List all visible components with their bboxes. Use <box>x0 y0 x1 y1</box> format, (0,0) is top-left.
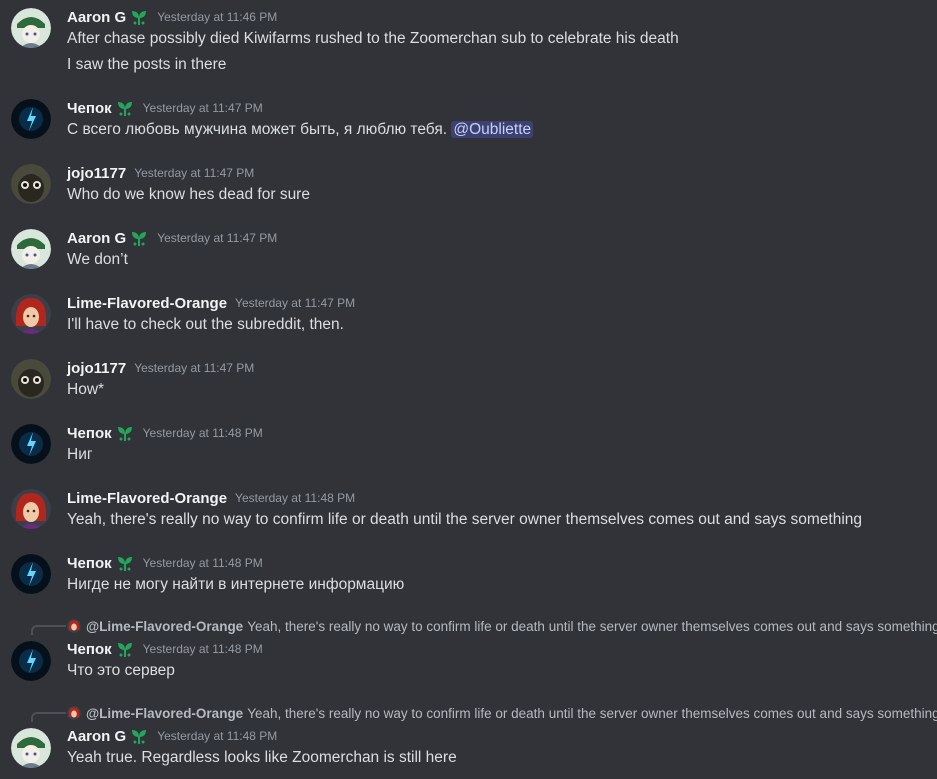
user-avatar[interactable] <box>11 99 51 139</box>
message-text: I'll have to check out the subreddit, th… <box>67 316 344 333</box>
message-text-body: С всего любовь мужчина может быть, я люб… <box>67 121 448 138</box>
timestamp[interactable]: Yesterday at 11:48 PM <box>143 556 263 570</box>
message-text: How* <box>67 381 105 398</box>
reply-spine <box>31 625 66 635</box>
sprout-badge-icon[interactable] <box>129 228 149 248</box>
reply-preview[interactable]: @Lime-Flavored-Orange Yeah, there's real… <box>67 704 937 722</box>
sprout-badge-icon[interactable] <box>115 98 135 118</box>
timestamp[interactable]: Yesterday at 11:48 PM <box>235 491 355 505</box>
reply-text[interactable]: Yeah, there's really no way to confirm l… <box>247 706 937 721</box>
timestamp[interactable]: Yesterday at 11:47 PM <box>235 296 355 310</box>
reply-preview[interactable]: @Lime-Flavored-Orange Yeah, there's real… <box>67 617 937 635</box>
timestamp[interactable]: Yesterday at 11:48 PM <box>143 426 263 440</box>
username[interactable]: jojo1177 <box>67 165 126 182</box>
username[interactable]: Lime-Flavored-Orange <box>67 490 227 507</box>
user-avatar[interactable] <box>11 554 51 594</box>
reply-text[interactable]: Yeah, there's really no way to confirm l… <box>247 619 937 634</box>
user-mention[interactable]: @Oubliette <box>451 121 534 138</box>
reply-avatar <box>67 706 81 720</box>
username[interactable]: Lime-Flavored-Orange <box>67 295 227 312</box>
sprout-badge-icon[interactable] <box>115 423 135 443</box>
username[interactable]: Aaron G <box>67 9 126 26</box>
username[interactable]: jojo1177 <box>67 360 126 377</box>
timestamp[interactable]: Yesterday at 11:46 PM <box>157 10 277 24</box>
user-avatar[interactable] <box>11 728 51 768</box>
user-avatar[interactable] <box>11 8 51 48</box>
message-list: Aaron G Yesterday at 11:46 PM After chas… <box>0 0 937 779</box>
message-text: After chase possibly died Kiwifarms rush… <box>67 30 679 47</box>
message-text: Yeah true. Regardless looks like Zoomerc… <box>67 749 457 766</box>
message-text: Нигде не могу найти в интернете информац… <box>67 576 405 593</box>
sprout-badge-icon[interactable] <box>129 7 149 27</box>
user-avatar[interactable] <box>11 424 51 464</box>
user-avatar[interactable] <box>11 164 51 204</box>
username[interactable]: Чепок <box>67 641 112 658</box>
user-avatar[interactable] <box>11 489 51 529</box>
username[interactable]: Чепок <box>67 555 112 572</box>
message-text: Who do we know hes dead for sure <box>67 186 310 203</box>
message-text: Ниг <box>67 446 93 463</box>
message-text: I saw the posts in there <box>67 56 227 73</box>
sprout-badge-icon[interactable] <box>115 553 135 573</box>
user-avatar[interactable] <box>11 294 51 334</box>
reply-spine <box>31 712 66 722</box>
message-text: We don’t <box>67 251 128 268</box>
timestamp[interactable]: Yesterday at 11:47 PM <box>143 101 263 115</box>
reply-avatar <box>67 619 81 633</box>
user-avatar[interactable] <box>11 359 51 399</box>
timestamp[interactable]: Yesterday at 11:47 PM <box>134 361 254 375</box>
sprout-badge-icon[interactable] <box>115 639 135 659</box>
timestamp[interactable]: Yesterday at 11:48 PM <box>143 642 263 656</box>
username[interactable]: Чепок <box>67 100 112 117</box>
message-text: С всего любовь мужчина может быть, я люб… <box>67 120 534 140</box>
timestamp[interactable]: Yesterday at 11:48 PM <box>157 729 277 743</box>
message-text: Yeah, there's really no way to confirm l… <box>67 511 863 528</box>
user-avatar[interactable] <box>11 641 51 681</box>
reply-author[interactable]: @Lime-Flavored-Orange <box>86 619 243 634</box>
reply-author[interactable]: @Lime-Flavored-Orange <box>86 706 243 721</box>
timestamp[interactable]: Yesterday at 11:47 PM <box>157 231 277 245</box>
timestamp[interactable]: Yesterday at 11:47 PM <box>134 166 254 180</box>
username[interactable]: Aaron G <box>67 230 126 247</box>
username[interactable]: Aaron G <box>67 728 126 745</box>
message-text: Что это сервер <box>67 662 175 679</box>
user-avatar[interactable] <box>11 229 51 269</box>
sprout-badge-icon[interactable] <box>129 726 149 746</box>
username[interactable]: Чепок <box>67 425 112 442</box>
